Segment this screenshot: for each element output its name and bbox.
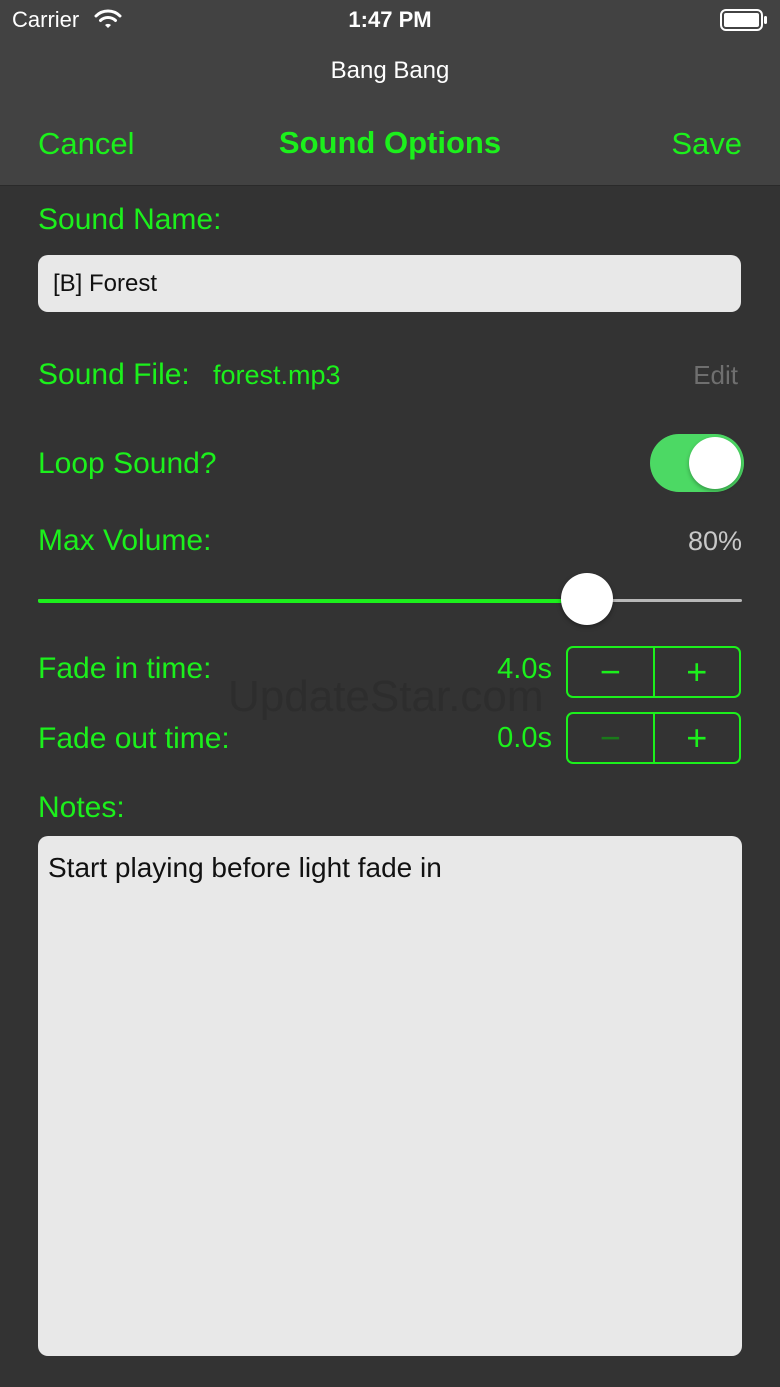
fade-out-decrement-button[interactable]: −: [568, 714, 655, 762]
clock: 1:47 PM: [348, 7, 432, 32]
edit-sound-file-button[interactable]: Edit: [693, 360, 738, 391]
fade-in-value: 4.0s: [497, 653, 552, 685]
loop-sound-toggle[interactable]: [650, 434, 744, 492]
slider-thumb[interactable]: [561, 573, 614, 625]
battery-icon: [720, 9, 768, 36]
fade-in-decrement-button[interactable]: −: [568, 648, 655, 696]
fade-out-label: Fade out time:: [38, 722, 230, 755]
loop-sound-label: Loop Sound?: [38, 447, 217, 480]
fade-in-label: Fade in time:: [38, 652, 212, 685]
save-button[interactable]: Save: [671, 126, 742, 162]
nav-subtitle: Bang Bang: [330, 57, 450, 84]
fade-out-value: 0.0s: [497, 722, 552, 754]
max-volume-slider[interactable]: [38, 573, 742, 627]
notes-label: Notes:: [38, 791, 125, 824]
page-title: Sound Options: [278, 125, 502, 160]
max-volume-label: Max Volume:: [38, 524, 212, 557]
slider-fill: [38, 599, 588, 603]
sound-name-label: Sound Name:: [38, 203, 222, 236]
fade-out-stepper: − +: [566, 712, 741, 764]
fade-in-increment-button[interactable]: +: [655, 648, 740, 696]
sound-file-value: forest.mp3: [213, 360, 341, 390]
fade-in-stepper: − +: [566, 646, 741, 698]
sound-name-field[interactable]: [B] Forest: [38, 255, 741, 312]
max-volume-value: 80%: [687, 526, 742, 556]
status-bar: Carrier 1:47 PM: [0, 0, 780, 40]
fade-out-increment-button[interactable]: +: [655, 714, 740, 762]
toggle-knob: [689, 437, 741, 489]
sound-file-label: Sound File:: [38, 358, 190, 391]
notes-textarea[interactable]: Start playing before light fade in: [38, 836, 742, 1356]
watermark: UpdateStar.com: [228, 672, 544, 721]
navigation-bar: Bang Bang Cancel Sound Options Save: [0, 40, 780, 186]
